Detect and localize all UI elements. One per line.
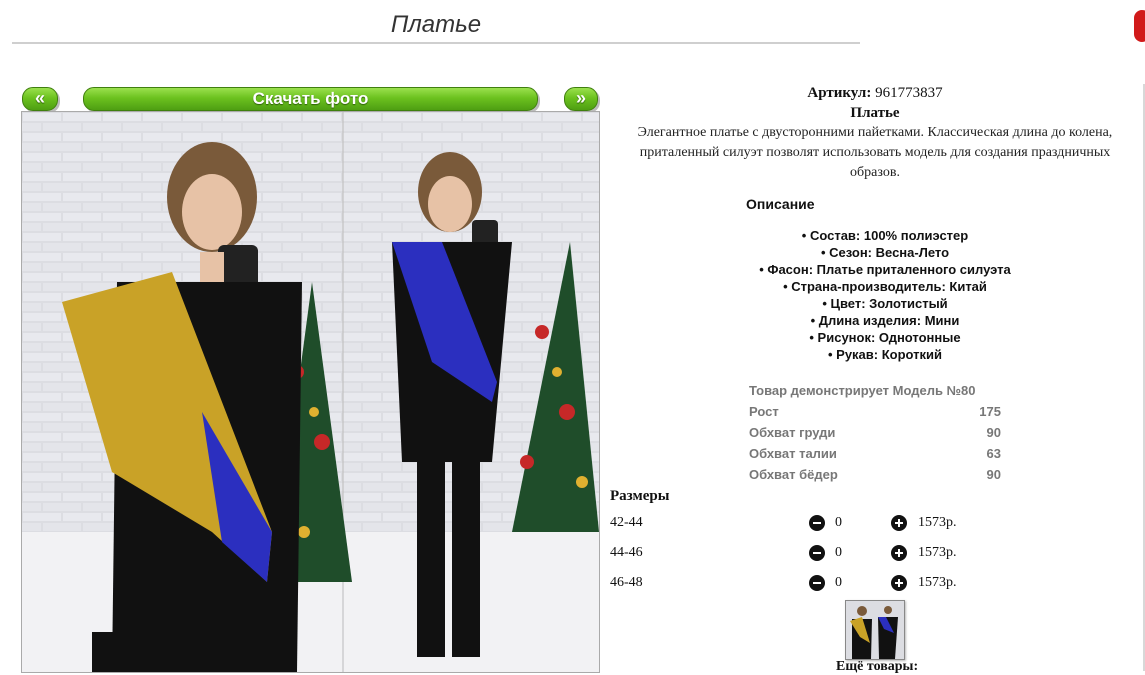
- model-row-label: Обхват талии: [749, 446, 837, 461]
- model-row-label: Обхват груди: [749, 425, 836, 440]
- size-row: 42-44 0 1573р.: [610, 513, 1010, 535]
- download-photo-button[interactable]: Скачать фото: [83, 87, 538, 111]
- size-row: 46-48 0 1573р.: [610, 573, 1010, 595]
- size-label: 44-46: [610, 545, 643, 560]
- increase-qty-icon[interactable]: [891, 515, 907, 531]
- sku-label: Артикул:: [807, 85, 872, 101]
- decrease-qty-icon[interactable]: [809, 545, 825, 561]
- decrease-qty-icon[interactable]: [809, 575, 825, 591]
- model-measurements: Товар демонстрирует Модель №80 Рост 175 …: [749, 380, 1001, 485]
- size-qty: 0: [835, 515, 842, 530]
- increase-qty-icon[interactable]: [891, 545, 907, 561]
- more-goods-label: Ещё товары:: [836, 659, 919, 674]
- product-photo[interactable]: [21, 111, 600, 673]
- sku-line: Артикул: 961773837: [620, 83, 1130, 103]
- size-qty: 0: [835, 575, 842, 590]
- detail-item: • Цвет: Золотистый: [822, 296, 948, 311]
- size-qty: 0: [835, 545, 842, 560]
- product-photo-image: [22, 112, 599, 672]
- size-price: 1573р.: [918, 545, 957, 560]
- model-row: Обхват бёдер 90: [749, 464, 1001, 485]
- photo-thumbnail[interactable]: [845, 600, 905, 660]
- product-name: Платье: [850, 105, 900, 121]
- detail-item: • Сезон: Весна-Лето: [820, 245, 950, 260]
- model-row: Обхват талии 63: [749, 443, 1001, 464]
- sizes-title: Размеры: [610, 488, 670, 504]
- model-row-label: Рост: [749, 404, 779, 419]
- model-row-value: 90: [986, 425, 1001, 440]
- model-row-value: 90: [986, 467, 1001, 482]
- detail-item: • Страна-производитель: Китай: [783, 279, 987, 294]
- size-price: 1573р.: [918, 515, 957, 530]
- details-title: Описание: [746, 196, 815, 212]
- page-title: Платье: [12, 10, 860, 44]
- size-label: 46-48: [610, 575, 643, 590]
- model-row: Рост 175: [749, 401, 1001, 422]
- thumbnail-image: [846, 601, 904, 659]
- decrease-qty-icon[interactable]: [809, 515, 825, 531]
- corner-badge[interactable]: [1134, 10, 1145, 42]
- detail-item: • Длина изделия: Мини: [810, 313, 960, 328]
- size-row: 44-46 0 1573р.: [610, 543, 1010, 565]
- size-label: 42-44: [610, 515, 643, 530]
- model-row: Обхват груди 90: [749, 422, 1001, 443]
- size-price: 1573р.: [918, 575, 957, 590]
- model-row-value: 63: [986, 446, 1001, 461]
- product-description: Элегантное платье с двусторонними пайетк…: [637, 125, 1113, 180]
- model-heading: Товар демонстрирует Модель №80: [749, 383, 976, 398]
- detail-item: • Фасон: Платье приталенного силуэта: [759, 262, 1011, 277]
- sku-value: 961773837: [875, 85, 943, 101]
- details-list: • Состав: 100% полиэстер • Сезон: Весна-…: [680, 227, 1090, 363]
- detail-item: • Состав: 100% полиэстер: [801, 228, 969, 243]
- model-row-label: Обхват бёдер: [749, 467, 838, 482]
- prev-photo-button[interactable]: «: [22, 87, 58, 111]
- increase-qty-icon[interactable]: [891, 575, 907, 591]
- next-photo-button[interactable]: »: [564, 87, 598, 111]
- detail-item: • Рукав: Короткий: [827, 347, 943, 362]
- product-info: Артикул: 961773837 Платье Элегантное пла…: [620, 83, 1130, 183]
- model-row-value: 175: [979, 404, 1001, 419]
- detail-item: • Рисунок: Однотонные: [809, 330, 961, 345]
